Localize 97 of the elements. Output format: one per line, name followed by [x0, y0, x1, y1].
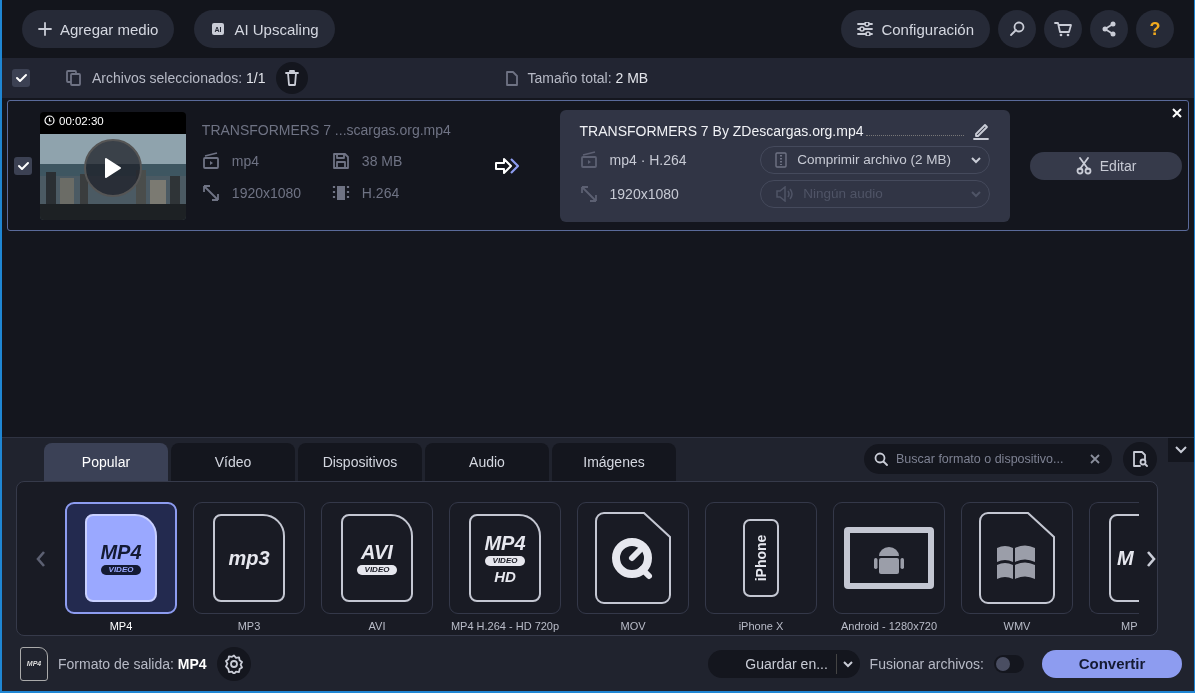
checkbox[interactable] — [14, 156, 32, 175]
next-button[interactable] — [1145, 550, 1157, 567]
format-text: mp4 — [231, 152, 260, 169]
codec-text: H.264 — [361, 184, 400, 201]
format-tile[interactable]: iPhone — [705, 502, 817, 614]
file-format-icon: AVI VIDEO — [341, 514, 413, 602]
help-button[interactable]: ? — [1136, 10, 1174, 48]
share-button[interactable] — [1090, 10, 1128, 48]
output-format-text: mp4 · H.264 — [609, 151, 687, 168]
duration-label: 00:02:30 — [44, 114, 104, 127]
size-text: 38 MB — [361, 152, 403, 169]
file-icon — [505, 70, 518, 86]
file-name: TRANSFORMERS 7 ...scargas.org.mp4 — [201, 121, 452, 138]
find-file-button[interactable] — [1123, 442, 1157, 476]
format-tile[interactable]: AVI VIDEO — [321, 502, 433, 614]
format-label: Android - 1280x720 — [841, 620, 937, 632]
compress-icon — [775, 151, 788, 168]
video-file-icon — [579, 150, 598, 169]
windows-file-icon — [979, 512, 1055, 604]
merge-files-label: Fusionar archivos: — [869, 655, 984, 672]
format-label: MP3 — [237, 620, 261, 632]
format-label: WMV — [1003, 620, 1031, 632]
trash-icon — [284, 70, 299, 86]
resize-icon — [579, 184, 598, 203]
format-tab[interactable]: Vídeo — [171, 443, 295, 481]
search-icon — [874, 452, 888, 466]
convert-button[interactable]: Convertir — [1042, 649, 1182, 678]
format-label: MOV — [620, 620, 646, 632]
format-tab[interactable]: Imágenes — [552, 443, 676, 481]
sliders-icon — [857, 22, 874, 36]
file-format-icon: MP4 VIDEO HD — [469, 514, 541, 602]
format-tile[interactable]: mp3 — [193, 502, 305, 614]
film-strip-icon — [331, 183, 350, 202]
chevron-right-icon — [1146, 550, 1156, 567]
compress-dropdown[interactable]: Comprimir archivo (2 MB) — [760, 145, 991, 174]
total-size-text: Tamaño total: 2 MB — [527, 70, 649, 86]
scissors-icon — [1075, 156, 1092, 175]
output-resolution-text: 1920x1080 — [609, 185, 679, 202]
save-to-button[interactable]: Guardar en... — [707, 649, 860, 678]
format-label: AVI — [368, 620, 386, 632]
search-field[interactable]: Buscar formato o dispositivo... — [864, 444, 1112, 474]
phone-icon: iPhone — [743, 519, 779, 597]
android-tablet-icon — [843, 526, 935, 590]
file-search-icon — [1132, 451, 1148, 467]
chevron-down-icon — [971, 155, 982, 164]
speaker-icon — [775, 185, 794, 202]
format-tab[interactable]: Popular — [44, 443, 168, 481]
quicktime-file-icon — [595, 512, 671, 604]
resize-icon — [201, 183, 220, 202]
cart-button[interactable] — [1044, 10, 1082, 48]
selected-files-text: Archivos seleccionados: 1/1 — [92, 70, 266, 86]
output-format-text: Formato de salida: MP4 — [58, 655, 207, 672]
file-format-icon: mp3 — [213, 514, 285, 602]
play-icon — [104, 156, 122, 179]
plus-icon — [38, 22, 52, 36]
format-settings-button[interactable] — [216, 646, 251, 681]
search-button[interactable] — [998, 10, 1036, 48]
chevron-down-icon — [971, 189, 982, 198]
format-tile[interactable] — [577, 502, 689, 614]
cart-icon — [1054, 21, 1072, 37]
convert-arrow-icon — [493, 156, 520, 175]
close-icon — [1171, 107, 1183, 119]
checkmark-icon — [14, 71, 28, 85]
format-label: MP — [1120, 620, 1138, 632]
format-tile[interactable]: MP4 VIDEO — [65, 502, 177, 614]
file-format-icon: MP4 VIDEO — [85, 514, 157, 602]
format-tile[interactable] — [833, 502, 945, 614]
format-label: MP4 — [109, 620, 133, 632]
edit-button[interactable]: Editar — [1030, 151, 1182, 180]
add-media-button[interactable]: Agregar medio — [22, 10, 175, 48]
merge-toggle[interactable] — [994, 654, 1024, 673]
file-format-icon: M — [1109, 514, 1139, 602]
format-label: MP4 H.264 - HD 720p — [450, 620, 560, 632]
pencil-icon — [972, 121, 991, 140]
format-tile[interactable] — [961, 502, 1073, 614]
clear-icon — [1090, 454, 1100, 464]
format-tile[interactable]: MP4 VIDEO HD — [449, 502, 561, 614]
format-tile[interactable]: M — [1089, 502, 1139, 614]
delete-button[interactable] — [275, 62, 308, 94]
format-tab[interactable]: Dispositivos — [298, 443, 422, 481]
collapse-button[interactable] — [1168, 438, 1194, 462]
copy-icon — [66, 70, 82, 86]
format-tab[interactable]: Audio — [425, 443, 549, 481]
settings-button[interactable]: Configuración — [841, 10, 990, 48]
video-file-icon — [201, 151, 220, 170]
chevron-down-icon — [1175, 446, 1187, 454]
chevron-left-icon — [36, 550, 46, 567]
gear-icon — [223, 653, 244, 674]
format-label: iPhone X — [738, 620, 784, 632]
share-icon — [1101, 21, 1117, 37]
output-file-name: TRANSFORMERS 7 By ZDescargas.org.mp4 — [579, 122, 864, 139]
rename-button[interactable] — [972, 121, 991, 140]
checkbox[interactable] — [12, 69, 30, 87]
chevron-down-icon — [843, 659, 854, 668]
search-icon — [1009, 21, 1025, 37]
resolution-text: 1920x1080 — [231, 184, 302, 201]
clock-icon — [44, 115, 55, 126]
